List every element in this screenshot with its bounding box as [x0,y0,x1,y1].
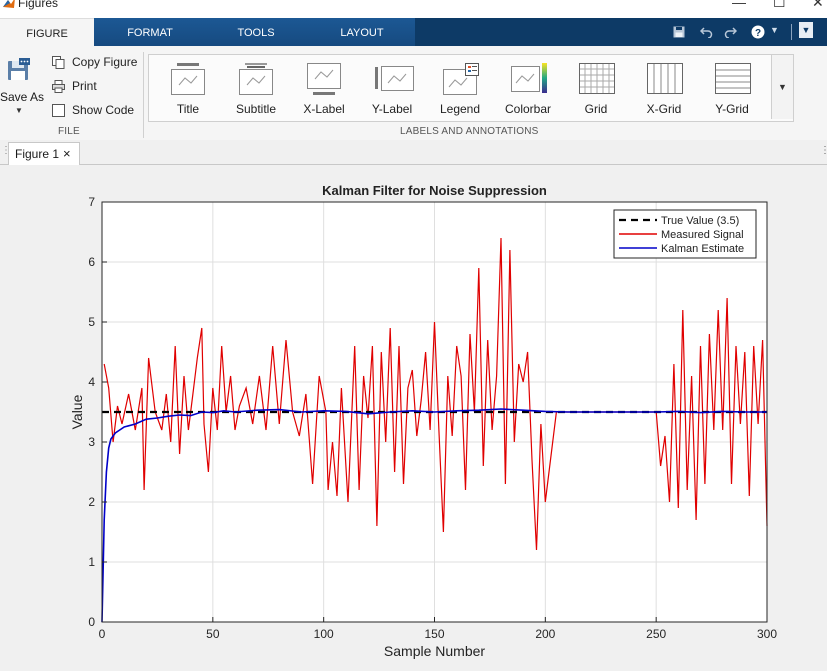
gallery-expand-button[interactable]: ▼ [771,55,793,119]
save-icon[interactable] [673,26,685,38]
y-axis-label: Value [69,394,85,429]
print-icon [52,79,65,93]
x-tick-label: 150 [424,627,444,641]
save-as-icon[interactable] [7,58,31,82]
checkbox-icon [52,103,65,117]
y-tick-label: 5 [88,315,95,329]
save-as-button[interactable]: Save As [0,90,44,104]
x-tick-label: 50 [206,627,220,641]
title-icon [171,63,205,95]
help-icon[interactable]: ? [751,25,765,39]
y-tick-label: 4 [88,375,95,389]
y-tick-label: 7 [88,195,95,209]
x-tick-label: 0 [99,627,106,641]
y-grid-icon [715,63,751,94]
copy-icon [52,55,65,69]
subtitle-button[interactable]: Subtitle [222,55,290,119]
ribbon-tab-bar: FIGURE FORMAT TOOLS LAYOUT ? ▼ ▼ [0,18,827,47]
colorbar-button[interactable]: Colorbar [494,55,562,119]
grid-button[interactable]: Grid [562,55,630,119]
chart[interactable]: 0 50 100 150 200 250 300 0 1 2 3 4 5 6 7 Kalman Filter… [0,165,827,668]
x-tick-label: 200 [535,627,555,641]
grid-button-label: Grid [584,102,608,116]
help-dropdown-icon[interactable]: ▼ [770,25,779,35]
tab-layout[interactable]: LAYOUT [316,18,408,46]
file-section-label: FILE [58,126,80,137]
x-grid-icon [647,63,683,94]
tab-figure[interactable]: FIGURE [0,18,94,47]
subtitle-icon [239,63,273,95]
subtitle-button-label: Subtitle [235,102,277,116]
y-grid-button[interactable]: Y-Grid [698,55,766,119]
restore-button[interactable]: ☐ [773,0,786,11]
y-label-button-label: Y-Label [371,102,413,116]
close-tab-icon[interactable]: × [63,143,71,165]
window-titlebar: Figures — ☐ ✕ [0,0,827,18]
matlab-logo-icon [3,0,15,8]
legend-button[interactable]: Legend [426,55,494,119]
legend-icon [443,63,479,95]
title-button-label: Title [176,102,200,116]
grid-icon [579,63,615,94]
svg-text:?: ? [755,28,761,39]
legend-button-label: Legend [439,102,481,116]
x-tick-label: 300 [757,627,777,641]
figure-tab-label: Figure 1 [15,147,60,161]
labels-annotations-gallery: Title Subtitle X-Label Y-Label Legend Co… [148,54,794,122]
close-window-button[interactable]: ✕ [812,0,824,11]
y-tick-label: 0 [88,615,95,629]
tab-figure-1[interactable]: Figure 1 × [8,142,80,165]
x-tick-label: 250 [646,627,666,641]
x-axis-label: Sample Number [384,643,485,659]
legend-entry-label: True Value (3.5) [661,215,739,227]
x-label-button-label: X-Label [303,102,345,116]
legend-entry-label: Kalman Estimate [661,243,744,255]
figure-canvas: 0 50 100 150 200 250 300 0 1 2 3 4 5 6 7 Kalman Filter… [0,165,827,668]
x-label-button[interactable]: X-Label [290,55,358,119]
quick-access-bar: ? ▼ ▼ [415,18,827,46]
ribbon-collapse-icon[interactable]: ▼ [799,22,813,38]
minimize-button[interactable]: — [732,0,746,10]
figure-tab-bar: ⋮ Figure 1 × ⋮ [0,140,827,165]
show-code-checkbox[interactable]: Show Code [52,103,134,117]
save-as-dropdown-icon[interactable]: ▼ [15,106,23,115]
copy-figure-label: Copy Figure [72,55,138,69]
redo-icon[interactable] [724,26,737,38]
y-grid-button-label: Y-Grid [715,102,749,116]
legend[interactable]: True Value (3.5) Measured Signal Kalman Es… [613,209,757,259]
y-tick-label: 6 [88,255,95,269]
labels-annotations-section-label: LABELS AND ANNOTATIONS [400,126,539,137]
y-tick-label: 1 [88,555,95,569]
window-title: Figures [18,0,59,10]
undo-icon[interactable] [700,26,713,38]
copy-figure-button[interactable]: Copy Figure [52,55,137,69]
y-tick-label: 3 [88,435,95,449]
x-grid-button[interactable]: X-Grid [630,55,698,119]
chart-title: Kalman Filter for Noise Suppression [322,183,547,198]
colorbar-button-label: Colorbar [504,102,552,116]
tab-bar-menu-icon[interactable]: ⋮ [820,145,827,156]
y-label-button[interactable]: Y-Label [358,55,426,119]
x-label-icon [307,63,341,95]
legend-entry-label: Measured Signal [661,229,744,241]
x-grid-button-label: X-Grid [646,102,682,116]
print-button[interactable]: Print [52,79,97,93]
y-label-icon [375,66,414,91]
tab-tools[interactable]: TOOLS [210,18,302,46]
show-code-label: Show Code [72,103,135,117]
y-tick-label: 2 [88,495,95,509]
colorbar-icon [511,63,547,93]
tab-format[interactable]: FORMAT [104,18,196,46]
print-label: Print [72,79,97,93]
title-button[interactable]: Title [154,55,222,119]
x-tick-label: 100 [314,627,334,641]
